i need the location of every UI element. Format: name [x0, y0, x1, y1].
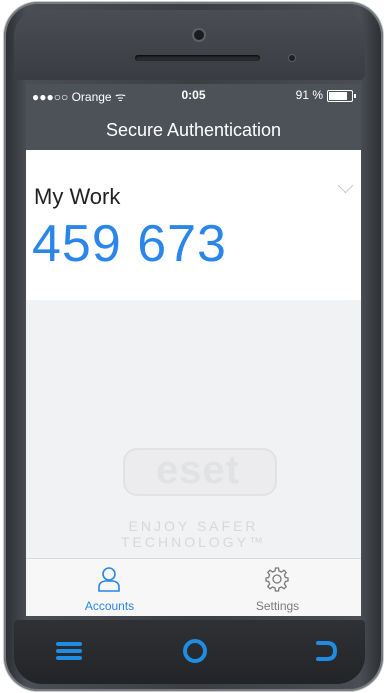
user-icon: [98, 567, 120, 592]
menu-icon: [56, 642, 82, 660]
eset-logo-text: eset: [155, 448, 241, 492]
app-screen: ●●●○○ Orange ᯤ 0:05 91 % Secure Authenti…: [26, 84, 361, 616]
battery-icon: [327, 90, 356, 102]
back-button[interactable]: [308, 634, 342, 668]
tab-bar: Accounts Settings: [26, 558, 361, 616]
tab-accounts[interactable]: Accounts: [26, 559, 193, 616]
front-camera: [194, 30, 204, 40]
eset-logo: eset: [123, 448, 277, 496]
gear-icon: [265, 567, 289, 592]
tab-settings[interactable]: Settings: [194, 559, 361, 616]
otp-code: 459 673: [32, 215, 227, 273]
battery-percent: 91 %: [295, 88, 323, 102]
account-name: My Work: [34, 184, 121, 209]
home-icon: [183, 639, 207, 663]
home-button[interactable]: [178, 634, 212, 668]
tab-accounts-label: Accounts: [84, 599, 135, 613]
page-title: Secure Authentication: [105, 120, 282, 140]
tagline-line-1: ENJOY SAFER: [128, 518, 259, 534]
menu-button[interactable]: [52, 634, 86, 668]
nav-bar: Secure Authentication: [26, 106, 361, 150]
tab-settings-label: Settings: [255, 599, 300, 613]
back-icon: [316, 641, 338, 661]
earpiece-speaker: [135, 55, 260, 61]
account-card[interactable]: My Work 459 673: [26, 150, 361, 300]
chevron-down-icon[interactable]: [337, 177, 354, 194]
proximity-sensor: [289, 55, 295, 61]
status-bar: ●●●○○ Orange ᯤ 0:05 91 %: [26, 84, 361, 106]
phone-top-bezel: [14, 10, 365, 80]
tagline-line-2: TECHNOLOGY™: [120, 534, 266, 550]
